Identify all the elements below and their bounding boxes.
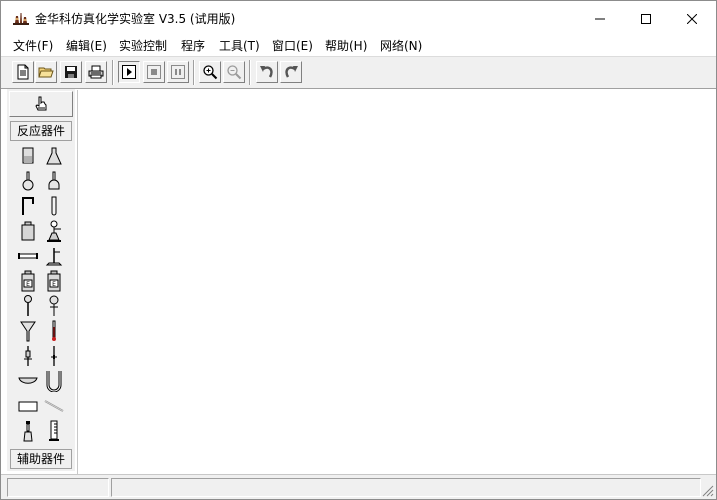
stop-button[interactable] — [143, 61, 165, 83]
trough-icon[interactable] — [15, 393, 41, 418]
experiment-canvas[interactable] — [77, 90, 716, 474]
print-icon — [88, 65, 104, 79]
zoom-out-button[interactable] — [223, 61, 245, 83]
evaporating-dish-icon[interactable] — [15, 368, 41, 393]
reagent-bottle-icon[interactable]: E — [15, 268, 41, 293]
maximize-icon — [641, 13, 651, 24]
alcohol-lamp-stand-icon[interactable] — [41, 218, 67, 243]
pipette-icon[interactable] — [15, 343, 41, 368]
bent-tube-icon[interactable] — [15, 193, 41, 218]
redo-icon — [285, 66, 298, 78]
status-pane-1 — [7, 478, 109, 497]
lab-apparatus-icon — [13, 12, 29, 25]
save-button[interactable] — [60, 61, 82, 83]
window-title: 金华科仿真化学实验室 V3.5 (试用版) — [35, 12, 236, 26]
flat-flask-icon[interactable] — [41, 168, 67, 193]
close-button[interactable] — [669, 1, 715, 36]
open-file-button[interactable] — [35, 61, 57, 83]
minimize-button[interactable] — [577, 1, 623, 36]
u-tube-icon[interactable] — [41, 368, 67, 393]
maximize-button[interactable] — [623, 1, 669, 36]
new-file-button[interactable] — [12, 61, 34, 83]
beaker-icon[interactable] — [15, 143, 41, 168]
iron-stand-icon[interactable] — [41, 243, 67, 268]
print-button[interactable] — [85, 61, 107, 83]
menu-file[interactable]: 文件(F) — [13, 38, 53, 54]
close-icon — [687, 13, 697, 24]
open-folder-icon — [38, 67, 54, 78]
svg-text:E: E — [26, 281, 30, 288]
main-window: 金华科仿真化学实验室 V3.5 (试用版) 文件(F) 编辑(E) 实验控制 程… — [0, 0, 717, 500]
conical-flask-icon[interactable] — [41, 143, 67, 168]
apparatus-palette: 反应器件 E E 辅助器件 — [7, 89, 75, 471]
toolbar-separator — [112, 60, 114, 85]
menu-window[interactable]: 窗口(E) — [272, 38, 313, 54]
menu-experiment-control[interactable]: 实验控制 — [119, 38, 167, 54]
separatory-funnel-icon[interactable] — [41, 293, 67, 318]
menu-bar: 文件(F) 编辑(E) 实验控制 程序 工具(T) 窗口(E) 帮助(H) 网络… — [1, 36, 716, 56]
menu-tools[interactable]: 工具(T) — [219, 38, 260, 54]
gas-bottle-icon[interactable] — [15, 218, 41, 243]
group-reaction-apparatus[interactable]: 反应器件 — [10, 121, 72, 141]
pause-icon — [171, 65, 185, 79]
menu-program[interactable]: 程序 — [181, 38, 205, 54]
run-button[interactable] — [118, 61, 140, 83]
funnel-icon[interactable] — [15, 318, 41, 343]
glass-rod-icon[interactable] — [41, 393, 67, 418]
dropper-icon[interactable] — [15, 293, 41, 318]
horizontal-tube-icon[interactable] — [15, 243, 41, 268]
pointer-button[interactable] — [9, 91, 73, 117]
new-file-icon — [17, 64, 29, 80]
toolbar-separator — [193, 60, 195, 85]
zoom-out-icon — [227, 65, 242, 80]
toolbar-separator — [249, 60, 251, 85]
graduated-cylinder-icon[interactable] — [41, 418, 67, 443]
burette-icon[interactable] — [41, 343, 67, 368]
play-icon — [122, 65, 136, 79]
round-flask-icon[interactable] — [15, 168, 41, 193]
title-bar[interactable]: 金华科仿真化学实验室 V3.5 (试用版) — [1, 1, 716, 36]
pointer-hand-icon — [35, 96, 47, 111]
thermometer-icon[interactable] — [41, 318, 67, 343]
save-icon — [65, 66, 77, 78]
group-auxiliary-apparatus[interactable]: 辅助器件 — [10, 449, 72, 469]
test-tube-icon[interactable] — [41, 193, 67, 218]
redo-button[interactable] — [280, 61, 302, 83]
zoom-in-button[interactable] — [199, 61, 221, 83]
stop-icon — [147, 65, 161, 79]
zoom-in-icon — [203, 65, 218, 80]
status-pane-2 — [111, 478, 701, 497]
status-bar — [1, 474, 716, 499]
pause-button[interactable] — [167, 61, 189, 83]
reagent-bottle-2-icon[interactable]: E — [41, 268, 67, 293]
undo-icon — [260, 66, 273, 78]
undo-button[interactable] — [256, 61, 278, 83]
menu-network[interactable]: 网络(N) — [380, 38, 422, 54]
menu-help[interactable]: 帮助(H) — [325, 38, 367, 54]
svg-text:E: E — [52, 281, 56, 288]
minimize-icon — [595, 18, 605, 19]
menu-edit[interactable]: 编辑(E) — [66, 38, 107, 54]
resize-grip-icon[interactable] — [700, 483, 714, 497]
toolbar — [1, 56, 716, 89]
distilling-flask-icon[interactable] — [15, 418, 41, 443]
